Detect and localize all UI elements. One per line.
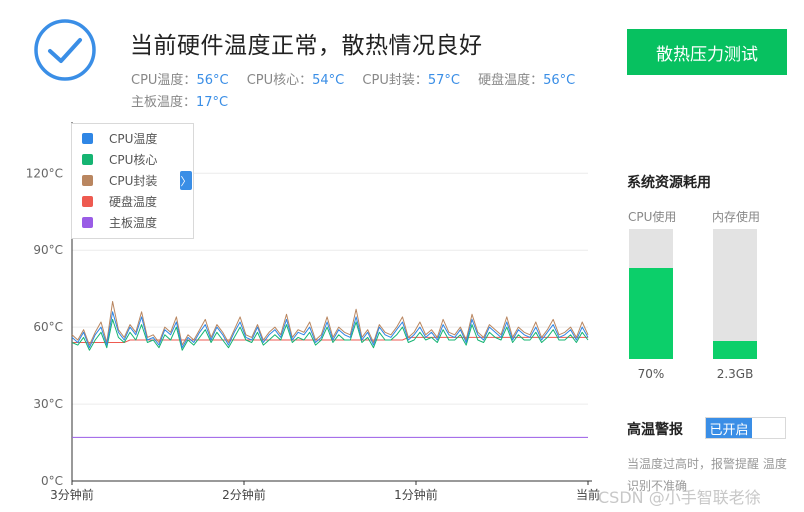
memory-usage-value: 2.3GB (716, 367, 754, 381)
x-tick-label: 2分钟前 (222, 487, 266, 502)
y-tick-label: 90°C (33, 243, 63, 257)
cpu-usage-fill (629, 268, 673, 359)
legend-item-cpu-package[interactable]: CPU封装 (82, 171, 157, 189)
legend-item-board-temp[interactable]: 主板温度 (82, 213, 157, 231)
y-tick-label: 60°C (33, 320, 63, 334)
alarm-title: 高温警报 (627, 422, 683, 438)
chart-legend: CPU温度 CPU核心 CPU封装 硬盘温度 主板温度 (71, 123, 194, 239)
check-circle-icon (34, 19, 96, 81)
legend-swatch (82, 195, 93, 207)
y-tick-label: 0°C (41, 474, 63, 488)
cpu-usage-value: 70% (637, 367, 665, 381)
legend-item-disk-temp[interactable]: 硬盘温度 (82, 192, 157, 210)
legend-swatch (82, 132, 93, 144)
memory-usage-bar (713, 229, 757, 359)
cpu-usage-label: CPU使用 (628, 210, 677, 224)
reading-board-temp: 主板温度：17°C (131, 95, 229, 110)
reading-cpu-temp: CPU温度：56°C (131, 73, 229, 88)
reading-cpu-core: CPU核心：54°C (246, 73, 345, 88)
memory-usage-fill (713, 340, 757, 359)
alarm-toggle[interactable]: 已开启 (705, 417, 786, 439)
temperature-readings-row2: 主板温度：17°C (131, 91, 242, 110)
legend-collapse-icon[interactable]: 〉 (180, 171, 192, 190)
x-tick-label: 1分钟前 (394, 487, 438, 502)
legend-swatch (82, 216, 93, 228)
x-tick-label: 3分钟前 (50, 487, 94, 502)
alarm-toggle-on-label: 已开启 (706, 418, 752, 438)
stress-test-button[interactable]: 散热压力测试 (627, 29, 787, 75)
resources-title: 系统资源耗用 (627, 175, 711, 191)
temperature-readings: CPU温度：56°C CPU核心：54°C CPU封装：57°C 硬盘温度：56… (131, 69, 589, 88)
legend-swatch (82, 153, 93, 165)
status-headline: 当前硬件温度正常，散热情况良好 (130, 33, 483, 59)
legend-item-cpu-temp[interactable]: CPU温度 (82, 129, 157, 147)
watermark: CSDN @小手智联老徐 (598, 488, 761, 507)
y-tick-label: 30°C (33, 397, 63, 411)
y-tick-label: 120°C (26, 166, 63, 180)
reading-disk-temp: 硬盘温度：56°C (478, 73, 576, 88)
x-tick-label: 当前 (576, 487, 600, 502)
cpu-usage-bar (629, 229, 673, 359)
legend-swatch (82, 174, 93, 186)
memory-usage-label: 内存使用 (712, 210, 761, 224)
legend-item-cpu-core[interactable]: CPU核心 (82, 150, 157, 168)
reading-cpu-package: CPU封装：57°C (362, 73, 460, 88)
